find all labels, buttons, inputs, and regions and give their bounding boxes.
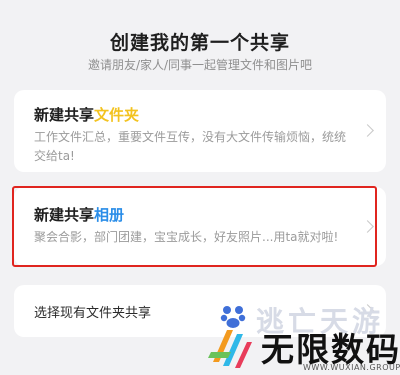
card-title-prefix: 新建共享 [34, 106, 95, 124]
card-title: 新建共享文件夹 [34, 104, 139, 125]
card-label: 选择现有文件夹共享 [34, 306, 152, 321]
watermark-url: WWW.WUXIAN.GROUP [303, 363, 400, 372]
page-title: 创建我的第一个共享 [109, 32, 290, 54]
page-subtitle: 邀请朋友/家人/同事一起管理文件和图片吧 [87, 58, 313, 72]
card-title-accent: 文件夹 [94, 106, 140, 124]
brand-logo-icon [208, 330, 252, 368]
card-description: 工作文件汇总，重要文件互传，没有大文件传输烦恼，统统交给ta! [34, 130, 347, 163]
watermark: 无限数码 WWW.WUXIAN.GROUP [205, 320, 400, 375]
new-shared-folder-card[interactable]: 新建共享文件夹 工作文件汇总，重要文件互传，没有大文件传输烦恼，统统交给ta! [14, 90, 386, 172]
chevron-right-icon [361, 124, 374, 137]
highlight-box [12, 186, 377, 267]
